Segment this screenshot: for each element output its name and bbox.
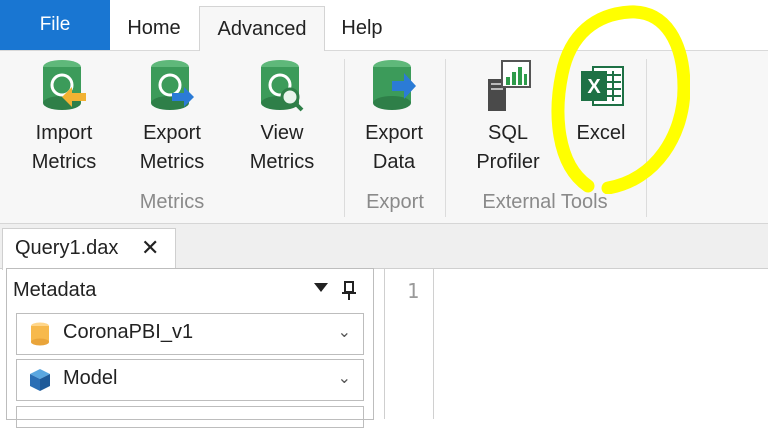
query-editor[interactable]: 1 <box>384 268 768 419</box>
pin-icon[interactable] <box>341 281 357 301</box>
document-tab-label: Query1.dax <box>15 237 119 259</box>
chevron-down-icon: ⌄ <box>337 324 351 341</box>
cube-icon <box>30 369 50 391</box>
tab-file[interactable]: File <box>0 0 110 50</box>
view-metrics-icon <box>261 60 304 112</box>
view-metrics-button[interactable]: View Metrics <box>238 51 326 181</box>
document-tab-bar: Query1.dax ✕ <box>0 224 768 270</box>
group-label-external-tools: External Tools <box>482 191 608 213</box>
tab-home[interactable]: Home <box>113 6 195 50</box>
export-data-label: Export Data <box>365 122 423 173</box>
database-select[interactable]: CoronaPBI_v1 ⌄ <box>16 313 364 355</box>
import-metrics-button[interactable]: Import Metrics <box>20 51 108 181</box>
export-metrics-label: Export Metrics <box>139 122 205 173</box>
metadata-panel: Metadata CoronaPBI_v1 ⌄ Model ⌄ <box>6 268 374 428</box>
highlight-circle <box>551 5 690 194</box>
group-separator <box>344 59 345 217</box>
document-tab[interactable]: Query1.dax ✕ <box>2 228 176 270</box>
export-data-icon <box>373 60 416 110</box>
import-metrics-label: Import Metrics <box>31 122 97 173</box>
panel-dropdown-icon[interactable] <box>314 283 328 292</box>
database-icon <box>31 322 49 346</box>
close-icon[interactable]: ✕ <box>141 229 159 267</box>
group-separator <box>445 59 446 217</box>
export-data-button[interactable]: Export Data <box>350 51 438 181</box>
sql-profiler-label: SQL Profiler <box>476 122 540 173</box>
chevron-down-icon: ⌄ <box>337 370 351 387</box>
export-metrics-button[interactable]: Export Metrics <box>128 51 216 181</box>
line-number: 1 <box>407 279 420 303</box>
database-name: CoronaPBI_v1 <box>63 321 194 343</box>
sql-profiler-button[interactable]: SQL Profiler <box>464 51 552 181</box>
tab-help[interactable]: Help <box>328 6 396 50</box>
sql-profiler-icon <box>488 60 531 111</box>
view-metrics-label: View Metrics <box>249 122 315 173</box>
metadata-panel-title: Metadata <box>13 279 97 301</box>
export-metrics-icon <box>151 60 194 110</box>
import-metrics-icon <box>43 60 86 110</box>
group-label-export: Export <box>366 191 424 213</box>
tab-advanced[interactable]: Advanced <box>199 6 325 52</box>
metadata-search-input[interactable] <box>16 406 364 428</box>
model-select[interactable]: Model ⌄ <box>16 359 364 401</box>
group-label-metrics: Metrics <box>139 191 205 213</box>
model-name: Model <box>63 367 118 389</box>
line-number-gutter: 1 <box>385 269 434 419</box>
